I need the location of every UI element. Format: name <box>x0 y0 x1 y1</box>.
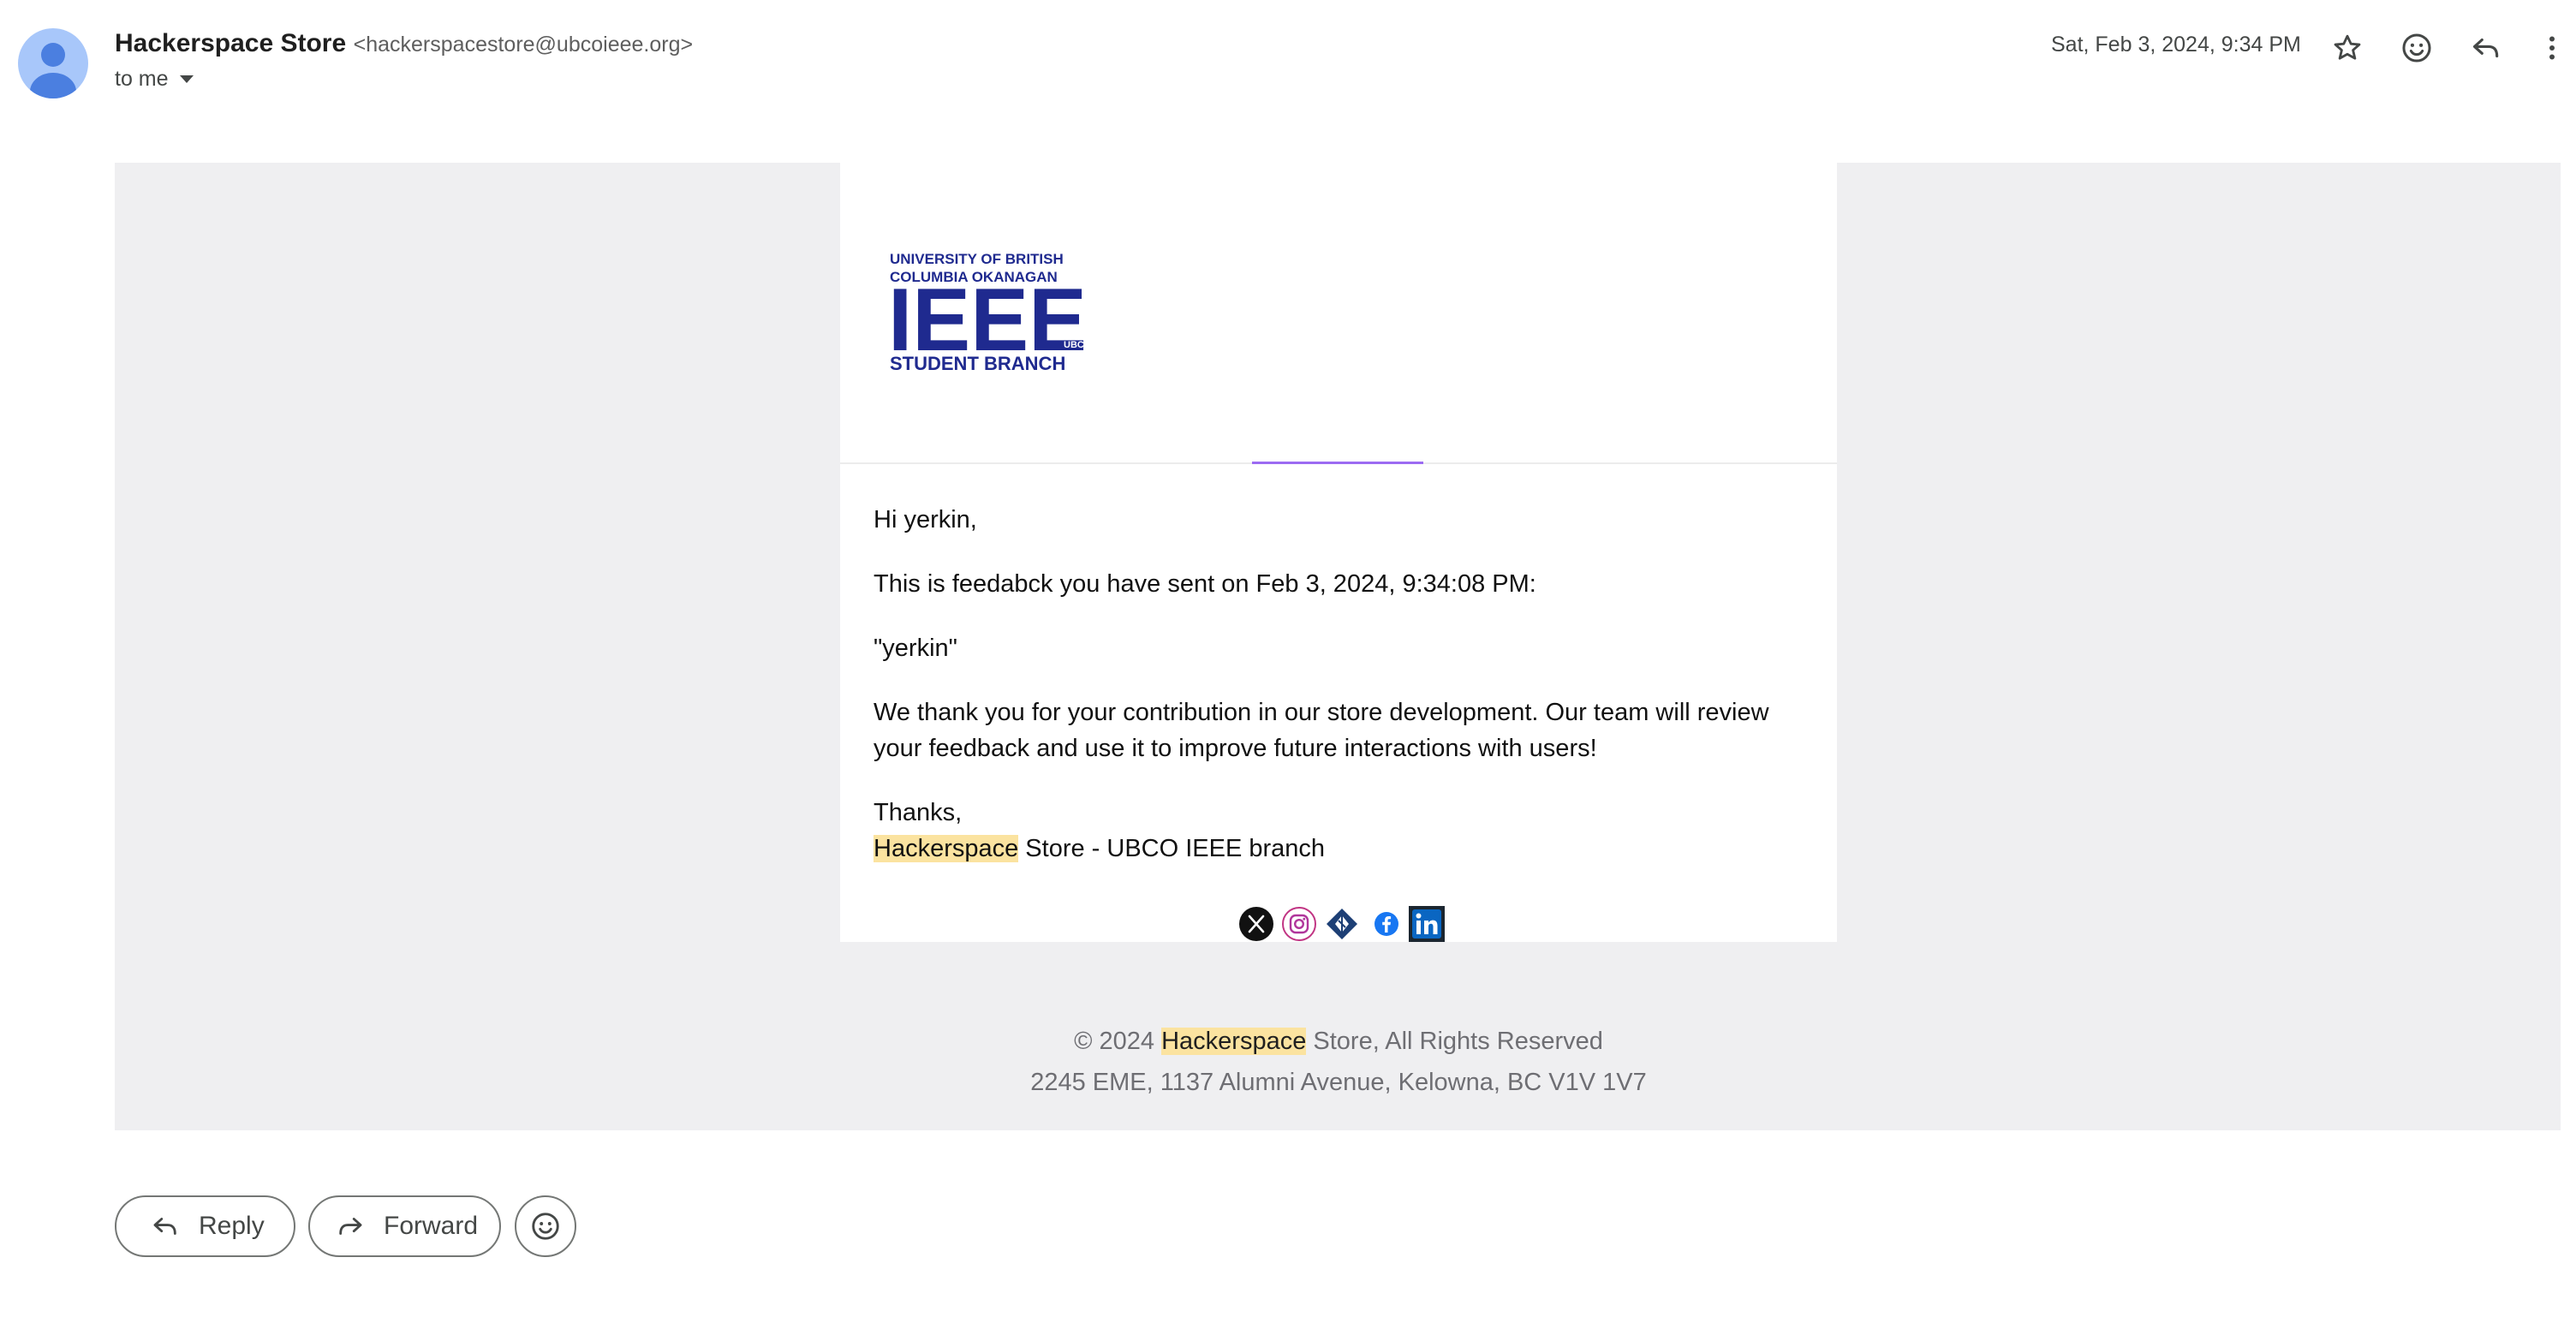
facebook-icon <box>1374 912 1398 936</box>
intro-text: This is feedabck you have sent on Feb 3,… <box>874 570 1536 598</box>
reply-icon <box>153 1218 176 1235</box>
chevron-down-icon <box>179 74 194 83</box>
sender-avatar[interactable] <box>18 28 88 98</box>
reply-button[interactable]: Reply <box>115 1195 295 1257</box>
signature-rest: Store - UBCO IEEE branch <box>1018 835 1326 862</box>
recipient-label: to me <box>115 67 169 91</box>
ieee-icon <box>1327 909 1357 939</box>
footer-address: 2245 EME, 1137 Alumni Avenue, Kelowna, B… <box>1030 1069 1647 1096</box>
header-divider-accent <box>1252 462 1423 464</box>
signoff: Thanks, <box>874 799 963 826</box>
recipient-details-toggle[interactable]: to me <box>115 67 194 92</box>
logo-small: UBCO <box>1064 340 1088 350</box>
forward-label: Forward <box>384 1212 479 1240</box>
emoji-icon <box>532 1213 559 1240</box>
x-link[interactable] <box>1238 906 1274 942</box>
instagram-icon <box>1282 907 1316 941</box>
message-date: Sat, Feb 3, 2024, 9:34 PM <box>2051 33 2301 57</box>
copyright-prefix: © 2024 <box>1074 1028 1162 1055</box>
footer-copyright: © 2024 Hackerspace Store, All Rights Res… <box>840 1028 1837 1056</box>
logo-line-1: UNIVERSITY OF BRITISH <box>890 251 1064 267</box>
feedback-quote: "yerkin" <box>874 635 957 662</box>
thank-you-text: We thank you for your contribution in ou… <box>874 699 1769 762</box>
star-icon <box>2334 34 2361 60</box>
logo-line-3: STUDENT BRANCH <box>890 353 1065 371</box>
signature-line: Hackerspace Store - UBCO IEEE branch <box>874 831 1803 867</box>
emoji-icon <box>2402 33 2431 63</box>
more-options-button[interactable] <box>2528 24 2576 72</box>
sender-email: <hackerspacestore@ubcoieee.org> <box>353 33 694 57</box>
facebook-link[interactable] <box>1368 906 1404 942</box>
reply-header-button[interactable] <box>2462 24 2510 72</box>
search-highlight: Hackerspace <box>874 835 1019 862</box>
search-highlight: Hackerspace <box>1161 1028 1307 1055</box>
sender-name[interactable]: Hackerspace Store <box>115 29 346 57</box>
star-button[interactable] <box>2323 24 2371 72</box>
x-icon <box>1239 907 1273 941</box>
signature: Thanks, Hackerspace Store - UBCO IEEE br… <box>874 795 1803 867</box>
instagram-link[interactable] <box>1281 906 1317 942</box>
forward-icon <box>339 1218 362 1235</box>
greeting: Hi yerkin, <box>874 506 977 533</box>
add-reaction-footer-button[interactable] <box>515 1195 576 1257</box>
add-reaction-button[interactable] <box>2393 24 2441 72</box>
copyright-suffix: Store, All Rights Reserved <box>1306 1028 1603 1055</box>
reply-icon <box>2472 38 2499 58</box>
linkedin-link[interactable] <box>1409 906 1445 942</box>
sender-line: Hackerspace Store <hackerspacestore@ubco… <box>115 29 693 58</box>
reply-label: Reply <box>199 1212 265 1240</box>
more-vert-icon <box>2549 36 2555 60</box>
linkedin-icon <box>1409 906 1445 942</box>
person-icon <box>30 43 76 98</box>
ieee-ubco-logo: UNIVERSITY OF BRITISH COLUMBIA OKANAGAN … <box>890 251 1088 371</box>
ieee-link[interactable] <box>1324 906 1360 942</box>
forward-button[interactable]: Forward <box>308 1195 501 1257</box>
